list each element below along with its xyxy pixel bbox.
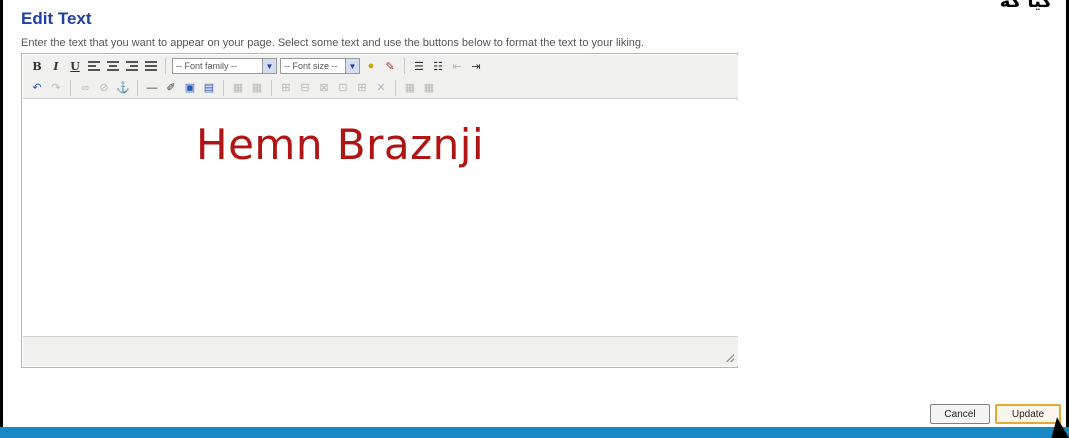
split-icon[interactable]: ⊞ xyxy=(354,80,370,96)
undo-icon[interactable]: ↶ xyxy=(29,80,45,96)
delete-icon[interactable]: ✕ xyxy=(373,80,389,96)
chevron-down-icon[interactable]: ▼ xyxy=(345,59,359,73)
cell-icon[interactable]: ⊞ xyxy=(278,80,294,96)
editor-content-area[interactable]: Hemn Braznji xyxy=(23,100,738,336)
resize-grip-icon[interactable] xyxy=(726,354,734,362)
bulleted-list-icon[interactable]: ☰ xyxy=(411,58,427,74)
code-icon[interactable]: ▦ xyxy=(230,80,246,96)
table-icon[interactable]: ▦ xyxy=(249,80,265,96)
toolbar-row-1: B I U -- Font family -- ▼ -- Font size -… xyxy=(23,55,738,77)
toolbar-separator xyxy=(395,79,396,96)
toolbar-separator xyxy=(165,58,166,74)
toolbar-separator xyxy=(137,79,138,96)
toolbar-row-2: ↶ ↷ ∞ ⊘ ⚓ — ✐ ▣ ▤ ▦ ▦ ⊞ ⊟ ⊠ ⊡ ⊞ ✕ ▦ ▦ xyxy=(23,77,738,99)
indent-icon[interactable]: ⇥ xyxy=(468,58,484,74)
image-icon[interactable]: ▣ xyxy=(182,80,198,96)
toolbar-separator xyxy=(404,58,405,74)
font-size-placeholder: -- Font size -- xyxy=(284,61,338,71)
unlink-icon[interactable]: ⊘ xyxy=(96,80,112,96)
font-size-select[interactable]: -- Font size -- ▼ xyxy=(280,58,360,74)
align-left-icon[interactable] xyxy=(86,58,102,74)
bold-button[interactable]: B xyxy=(29,58,45,74)
italic-button[interactable]: I xyxy=(48,58,64,74)
text-color-icon[interactable]: ● xyxy=(363,58,379,74)
row-icon[interactable]: ⊟ xyxy=(297,80,313,96)
horizontal-rule-icon[interactable]: — xyxy=(144,80,160,96)
editor-dialog: ﮔﻴﺎ ﮔﻪ Edit Text Enter the text that you… xyxy=(0,0,1069,438)
anchor-icon[interactable]: ⚓ xyxy=(115,80,131,96)
cancel-button[interactable]: Cancel xyxy=(930,404,990,424)
corner-mark: ﮔﻴﺎ ﮔﻪ xyxy=(999,0,1052,12)
font-family-placeholder: -- Font family -- xyxy=(176,61,238,71)
align-right-icon[interactable] xyxy=(124,58,140,74)
merge-icon[interactable]: ⊡ xyxy=(335,80,351,96)
underline-button[interactable]: U xyxy=(67,58,83,74)
highlight-icon[interactable]: ✎ xyxy=(382,58,398,74)
font-family-select[interactable]: -- Font family -- ▼ xyxy=(172,58,277,74)
rich-text-editor: B I U -- Font family -- ▼ -- Font size -… xyxy=(21,53,738,368)
chevron-down-icon[interactable]: ▼ xyxy=(262,59,276,73)
bottom-bar xyxy=(0,427,1069,438)
numbered-list-icon[interactable]: ☷ xyxy=(430,58,446,74)
edit-image-icon[interactable]: ▤ xyxy=(201,80,217,96)
align-justify-icon[interactable] xyxy=(143,58,159,74)
outdent-icon[interactable]: ⇤ xyxy=(449,58,465,74)
editor-content-text[interactable]: Hemn Braznji xyxy=(196,120,484,169)
toolbar-separator xyxy=(271,79,272,96)
link-icon[interactable]: ∞ xyxy=(77,80,93,96)
cleanup-icon[interactable]: ✐ xyxy=(163,80,179,96)
editor-statusbar xyxy=(23,336,738,366)
table-icon[interactable]: ▦ xyxy=(421,80,437,96)
table-icon[interactable]: ▦ xyxy=(402,80,418,96)
instructions-text: Enter the text that you want to appear o… xyxy=(21,37,645,49)
toolbar-separator xyxy=(70,79,71,96)
align-center-icon[interactable] xyxy=(105,58,121,74)
column-icon[interactable]: ⊠ xyxy=(316,80,332,96)
redo-icon[interactable]: ↷ xyxy=(48,80,64,96)
dialog-title: Edit Text xyxy=(21,9,92,28)
toolbar-separator xyxy=(223,79,224,96)
